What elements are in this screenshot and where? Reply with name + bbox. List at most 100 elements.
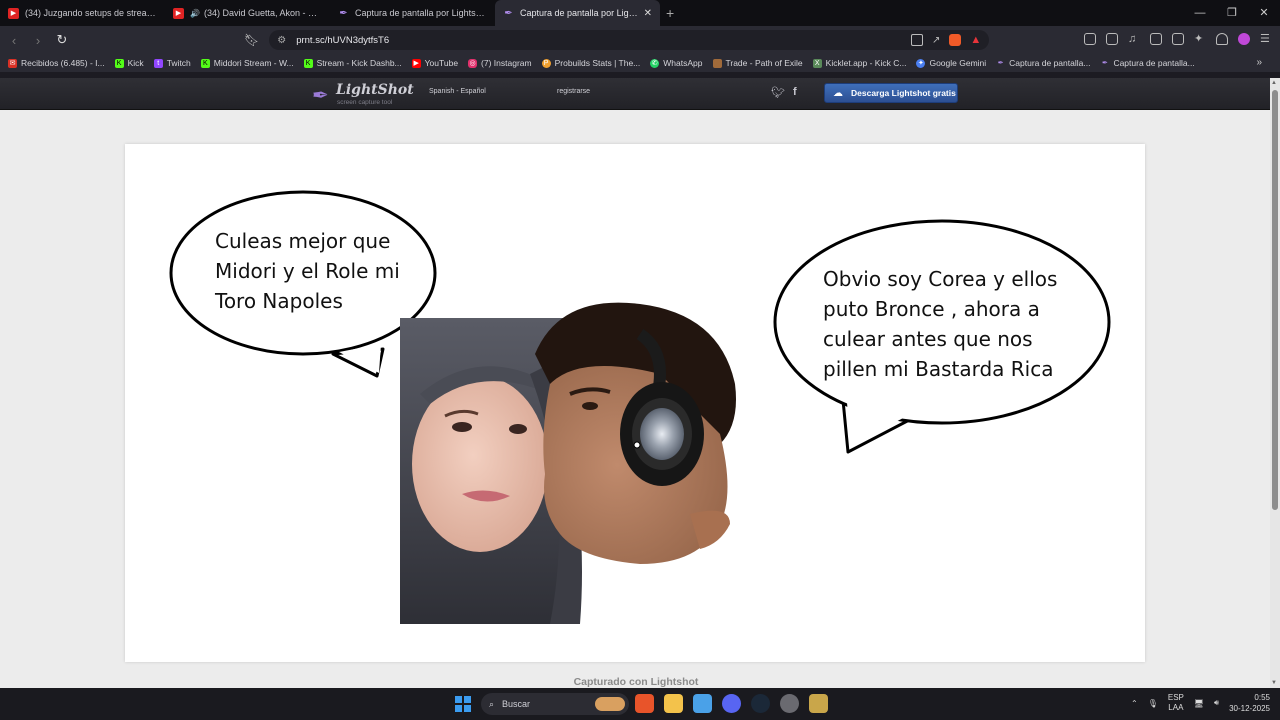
mail-icon: ✉ bbox=[8, 58, 17, 68]
microphone-icon[interactable]: 🎙︎ bbox=[1148, 699, 1158, 708]
navigation-bar: ‹ › ↻ 🔖︎ ⚙ prnt.sc/hUVN3dytfsT6 ↗ ▲ ♫ ✦ … bbox=[0, 26, 1280, 54]
taskbar-apps bbox=[635, 694, 828, 713]
vpn-icon[interactable] bbox=[1216, 33, 1228, 45]
bookmark-item[interactable]: P Probuilds Stats | The... bbox=[541, 58, 640, 68]
sidebar-icon[interactable] bbox=[1150, 33, 1162, 45]
instagram-icon: ◎ bbox=[468, 58, 478, 68]
bookmark-item[interactable]: ✒ Captura de pantalla... bbox=[996, 58, 1091, 68]
music-icon[interactable]: ♫ bbox=[1128, 33, 1140, 45]
tab-title: Captura de pantalla por Lightshot bbox=[355, 8, 487, 18]
bookmark-item[interactable]: ✉ Recibidos (6.485) - I... bbox=[8, 58, 105, 68]
kick-icon: K bbox=[114, 58, 124, 68]
url-text: prnt.sc/hUVN3dytfsT6 bbox=[296, 34, 390, 46]
taskbar-search[interactable]: ⌕ Buscar bbox=[481, 693, 629, 715]
twitter-icon[interactable]: 🐦︎ bbox=[771, 86, 785, 99]
close-window-button[interactable]: ✕ bbox=[1248, 0, 1280, 26]
bookmark-item[interactable]: t Twitch bbox=[153, 58, 191, 68]
feather-icon: ✒ bbox=[339, 7, 348, 19]
brave-shield-icon[interactable] bbox=[949, 34, 962, 46]
menu-icon[interactable]: ☰ bbox=[1260, 33, 1272, 45]
right-bubble-text: Obvio soy Corea y ellos puto Bronce , ah… bbox=[823, 267, 1058, 381]
tab-title: Captura de pantalla por Lightsh bbox=[520, 8, 640, 18]
bookmark-icon[interactable]: 🔖︎ bbox=[244, 33, 259, 47]
gemini-icon: ✦ bbox=[916, 58, 926, 68]
bookmark-item[interactable]: K Middori Stream - W... bbox=[200, 58, 294, 68]
search-icon: ⌕ bbox=[489, 698, 495, 709]
bookmarks-overflow-icon[interactable]: » bbox=[1256, 57, 1262, 68]
feather-icon: ✒ bbox=[1102, 59, 1108, 67]
brave-rewards-icon[interactable]: ▲ bbox=[970, 34, 981, 46]
tab-2[interactable]: ▶ 🔊 (34) David Guetta, Akon - Sexy B bbox=[165, 0, 330, 26]
cast-icon[interactable] bbox=[910, 34, 923, 46]
bookmark-item[interactable]: K Kick bbox=[114, 58, 144, 68]
search-highlight-icon bbox=[595, 697, 625, 711]
tab-1[interactable]: ▶ (34) Juzgando setups de streamers bbox=[0, 0, 165, 26]
system-tray: ⌃ 🎙︎ ESP LAA 🖥︎ 🔊︎ 0:55 30-12-2025 bbox=[1131, 692, 1270, 714]
window-controls: — ❐ ✕ bbox=[1184, 0, 1280, 26]
kick-icon: K bbox=[303, 58, 313, 68]
tab-4-active[interactable]: ✒ Captura de pantalla por Lightsh ✕ bbox=[495, 0, 660, 26]
speaker-icon[interactable]: 🔊 bbox=[190, 9, 200, 18]
lightshot-header: ✒ LightShot screen capture tool Spanish … bbox=[0, 78, 1270, 110]
new-tab-button[interactable]: + bbox=[666, 5, 674, 21]
language-selector[interactable]: Spanish - Español bbox=[429, 88, 486, 95]
minimize-button[interactable]: — bbox=[1184, 0, 1216, 26]
scrollbar-thumb[interactable] bbox=[1272, 90, 1278, 510]
volume-icon[interactable]: 🔊︎ bbox=[1214, 698, 1219, 708]
bookmark-item[interactable]: ▶ YouTube bbox=[411, 58, 458, 68]
bookmark-item[interactable]: X Kicklet.app - Kick C... bbox=[812, 58, 906, 68]
extensions-icon[interactable] bbox=[1084, 33, 1096, 45]
tab-strip: ▶ (34) Juzgando setups de streamers ▶ 🔊 … bbox=[0, 0, 1280, 26]
leo-ai-icon[interactable]: ✦ bbox=[1194, 33, 1206, 45]
file-explorer-icon[interactable] bbox=[664, 694, 683, 713]
bookmark-item[interactable]: ◎ (7) Instagram bbox=[468, 58, 532, 68]
forward-button[interactable]: › bbox=[28, 33, 48, 48]
toolbar-extensions: ♫ ✦ ☰ bbox=[1084, 33, 1272, 45]
lightshot-logo[interactable]: ✒ LightShot screen capture tool bbox=[312, 81, 414, 107]
site-settings-icon[interactable]: ⚙ bbox=[277, 35, 286, 46]
youtube-icon: ▶ bbox=[411, 58, 421, 68]
left-bubble-text: Culeas mejor que Midori y el Role mi Tor… bbox=[215, 229, 400, 313]
youtube-icon: ▶ bbox=[8, 7, 19, 19]
clock[interactable]: 0:55 30-12-2025 bbox=[1229, 692, 1270, 714]
bookmark-item[interactable]: Trade - Path of Exile bbox=[712, 58, 803, 68]
feather-icon: ✒ bbox=[504, 7, 513, 19]
store-icon[interactable] bbox=[693, 694, 712, 713]
reload-button[interactable]: ↻ bbox=[52, 32, 72, 48]
profile-icon[interactable] bbox=[1238, 33, 1250, 45]
start-button[interactable] bbox=[455, 696, 471, 712]
screenshot-icon[interactable] bbox=[1106, 33, 1118, 45]
captured-with-caption: Capturado con Lightshot bbox=[573, 676, 699, 688]
discord-icon[interactable] bbox=[722, 694, 741, 713]
path-of-exile-icon bbox=[712, 58, 722, 68]
bookmark-item[interactable]: ✒ Captura de pantalla... bbox=[1100, 58, 1195, 68]
feather-icon: ✒ bbox=[312, 85, 329, 107]
tab-3[interactable]: ✒ Captura de pantalla por Lightshot bbox=[330, 0, 495, 26]
brave-icon[interactable] bbox=[635, 694, 654, 713]
back-button[interactable]: ‹ bbox=[4, 33, 24, 48]
share-icon[interactable]: ↗ bbox=[932, 35, 940, 46]
restore-button[interactable]: ❐ bbox=[1216, 0, 1248, 26]
scroll-up-icon[interactable]: ▲ bbox=[1271, 80, 1277, 86]
steam-icon[interactable] bbox=[751, 694, 770, 713]
address-bar[interactable]: ⚙ prnt.sc/hUVN3dytfsT6 ↗ ▲ bbox=[269, 30, 990, 50]
download-button[interactable]: ☁ Descarga Lightshot gratis bbox=[824, 83, 958, 103]
scrollbar[interactable]: ▲ ▼ bbox=[1270, 78, 1280, 688]
bookmark-item[interactable]: ✦ Google Gemini bbox=[916, 58, 986, 68]
wallet-icon[interactable] bbox=[1172, 33, 1184, 45]
network-icon[interactable]: 🖥︎ bbox=[1194, 699, 1204, 708]
league-client-icon[interactable] bbox=[809, 694, 828, 713]
scroll-down-icon[interactable]: ▼ bbox=[1271, 680, 1277, 686]
tab-title: (34) Juzgando setups de streamers bbox=[25, 8, 157, 18]
social-links: 🐦︎ f bbox=[771, 86, 797, 99]
bookmark-item[interactable]: K Stream - Kick Dashb... bbox=[303, 58, 402, 68]
kicklet-icon: X bbox=[812, 58, 822, 68]
app-icon[interactable] bbox=[780, 694, 799, 713]
bookmark-item[interactable]: ✆ WhatsApp bbox=[650, 58, 703, 68]
meme-photo bbox=[400, 302, 736, 624]
close-tab-icon[interactable]: ✕ bbox=[640, 8, 652, 19]
chevron-up-icon[interactable]: ⌃ bbox=[1131, 699, 1138, 708]
input-language[interactable]: ESP LAA bbox=[1168, 693, 1184, 713]
register-link[interactable]: registrarse bbox=[557, 88, 590, 95]
facebook-icon[interactable]: f bbox=[793, 86, 797, 99]
